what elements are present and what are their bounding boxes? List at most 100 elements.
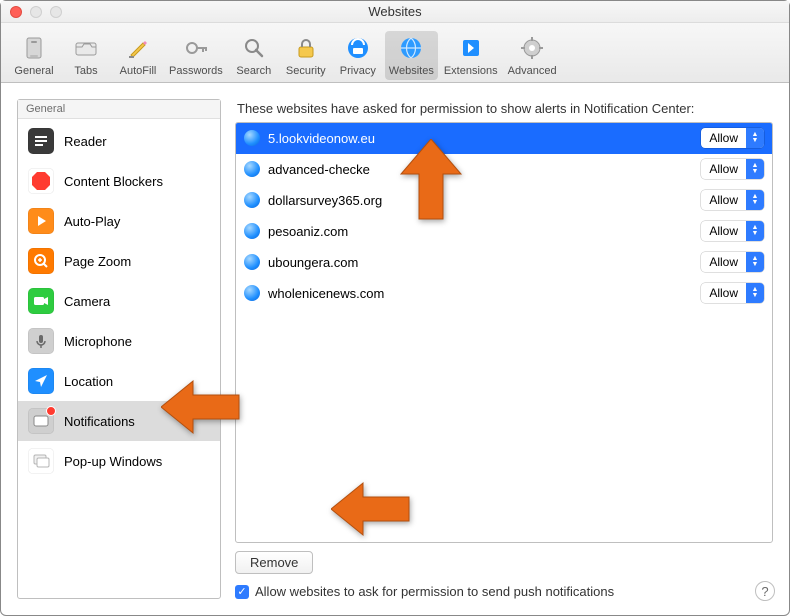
sidebar-item-reader[interactable]: Reader — [18, 121, 220, 161]
bell-icon — [28, 408, 54, 434]
search-icon — [239, 33, 269, 63]
sidebar-item-autoplay[interactable]: Auto-Play — [18, 201, 220, 241]
permission-select[interactable]: Allow ▲▼ — [701, 128, 764, 148]
website-list[interactable]: 5.lookvideonow.eu Allow ▲▼ advanced-chec… — [235, 122, 773, 543]
site-row[interactable]: 5.lookvideonow.eu Allow ▲▼ — [236, 123, 772, 154]
globe-icon — [244, 223, 260, 239]
play-icon — [28, 208, 54, 234]
site-domain: wholenicenews.com — [268, 286, 693, 301]
permission-select[interactable]: Allow ▲▼ — [701, 252, 764, 272]
sidebar-item-label: Content Blockers — [64, 174, 163, 189]
tab-security[interactable]: Security — [281, 31, 331, 80]
chevron-up-down-icon: ▲▼ — [746, 283, 764, 303]
sidebar: General Reader Content Blockers Auto-Pla… — [17, 99, 221, 599]
websites-icon — [396, 33, 426, 63]
site-domain: 5.lookvideonow.eu — [268, 131, 693, 146]
site-row[interactable]: wholenicenews.com Allow ▲▼ — [236, 278, 772, 309]
checkbox-checked-icon[interactable]: ✓ — [235, 585, 249, 599]
site-domain: uboungera.com — [268, 255, 693, 270]
tab-label: Websites — [389, 65, 434, 77]
sidebar-item-label: Page Zoom — [64, 254, 131, 269]
tab-general[interactable]: General — [9, 31, 59, 80]
advanced-icon — [517, 33, 547, 63]
mic-icon — [28, 328, 54, 354]
sidebar-item-label: Location — [64, 374, 113, 389]
sidebar-item-microphone[interactable]: Microphone — [18, 321, 220, 361]
permission-select[interactable]: Allow ▲▼ — [701, 190, 764, 210]
tab-privacy[interactable]: Privacy — [333, 31, 383, 80]
sidebar-item-label: Reader — [64, 134, 107, 149]
tab-label: General — [14, 65, 53, 77]
sidebar-item-content-blockers[interactable]: Content Blockers — [18, 161, 220, 201]
tab-label: Security — [286, 65, 326, 77]
permission-select[interactable]: Allow ▲▼ — [701, 283, 764, 303]
annotation-arrow — [391, 139, 471, 229]
globe-icon — [244, 254, 260, 270]
tab-websites[interactable]: Websites — [385, 31, 438, 80]
sidebar-item-label: Camera — [64, 294, 110, 309]
chevron-up-down-icon: ▲▼ — [746, 128, 764, 148]
sidebar-header: General — [18, 100, 220, 119]
chevron-up-down-icon: ▲▼ — [746, 252, 764, 272]
tab-advanced[interactable]: Advanced — [504, 31, 561, 80]
tab-label: Advanced — [508, 65, 557, 77]
permission-select[interactable]: Allow ▲▼ — [701, 159, 764, 179]
tab-label: Extensions — [444, 65, 498, 77]
tab-label: Privacy — [340, 65, 376, 77]
sidebar-item-label: Auto-Play — [64, 214, 120, 229]
tab-passwords[interactable]: Passwords — [165, 31, 227, 80]
badge-dot — [46, 406, 56, 416]
globe-icon — [244, 285, 260, 301]
permission-value: Allow — [701, 286, 746, 300]
tab-label: Search — [236, 65, 271, 77]
sidebar-item-page-zoom[interactable]: Page Zoom — [18, 241, 220, 281]
tab-search[interactable]: Search — [229, 31, 279, 80]
autofill-icon — [123, 33, 153, 63]
site-domain: dollarsurvey365.org — [268, 193, 693, 208]
chevron-up-down-icon: ▲▼ — [746, 190, 764, 210]
permission-select[interactable]: Allow ▲▼ — [701, 221, 764, 241]
chevron-up-down-icon: ▲▼ — [746, 221, 764, 241]
preferences-toolbar: General Tabs AutoFill Passwords Search S… — [1, 23, 789, 83]
window-title: Websites — [1, 4, 789, 19]
globe-icon — [244, 161, 260, 177]
privacy-icon — [343, 33, 373, 63]
tab-tabs[interactable]: Tabs — [61, 31, 111, 80]
titlebar: Websites — [1, 1, 789, 23]
permission-value: Allow — [701, 131, 746, 145]
annotation-arrow — [331, 481, 411, 537]
site-row[interactable]: advanced-checke Allow ▲▼ — [236, 154, 772, 185]
location-icon — [28, 368, 54, 394]
zoom-icon — [28, 248, 54, 274]
permission-value: Allow — [701, 162, 746, 176]
panel-description: These websites have asked for permission… — [237, 101, 773, 116]
remove-button[interactable]: Remove — [235, 551, 313, 574]
globe-icon — [244, 130, 260, 146]
tab-label: Tabs — [74, 65, 97, 77]
reader-icon — [28, 128, 54, 154]
site-row[interactable]: dollarsurvey365.org Allow ▲▼ — [236, 185, 772, 216]
security-icon — [291, 33, 321, 63]
sidebar-item-popup-windows[interactable]: Pop-up Windows — [18, 441, 220, 481]
checkbox-label: Allow websites to ask for permission to … — [255, 584, 614, 599]
allow-ask-checkbox-row[interactable]: ✓ Allow websites to ask for permission t… — [235, 584, 773, 599]
permission-value: Allow — [701, 193, 746, 207]
panel-footer: Remove — [235, 551, 773, 574]
stop-icon — [28, 168, 54, 194]
tab-label: AutoFill — [120, 65, 157, 77]
site-row[interactable]: pesoaniz.com Allow ▲▼ — [236, 216, 772, 247]
window-icon — [28, 448, 54, 474]
tab-autofill[interactable]: AutoFill — [113, 31, 163, 80]
tab-label: Passwords — [169, 65, 223, 77]
tabs-icon — [71, 33, 101, 63]
tab-extensions[interactable]: Extensions — [440, 31, 502, 80]
sidebar-item-label: Microphone — [64, 334, 132, 349]
help-button[interactable]: ? — [755, 581, 775, 601]
notifications-panel: These websites have asked for permission… — [235, 99, 773, 599]
permission-value: Allow — [701, 255, 746, 269]
site-domain: pesoaniz.com — [268, 224, 693, 239]
permission-value: Allow — [701, 224, 746, 238]
camera-icon — [28, 288, 54, 314]
site-row[interactable]: uboungera.com Allow ▲▼ — [236, 247, 772, 278]
sidebar-item-camera[interactable]: Camera — [18, 281, 220, 321]
